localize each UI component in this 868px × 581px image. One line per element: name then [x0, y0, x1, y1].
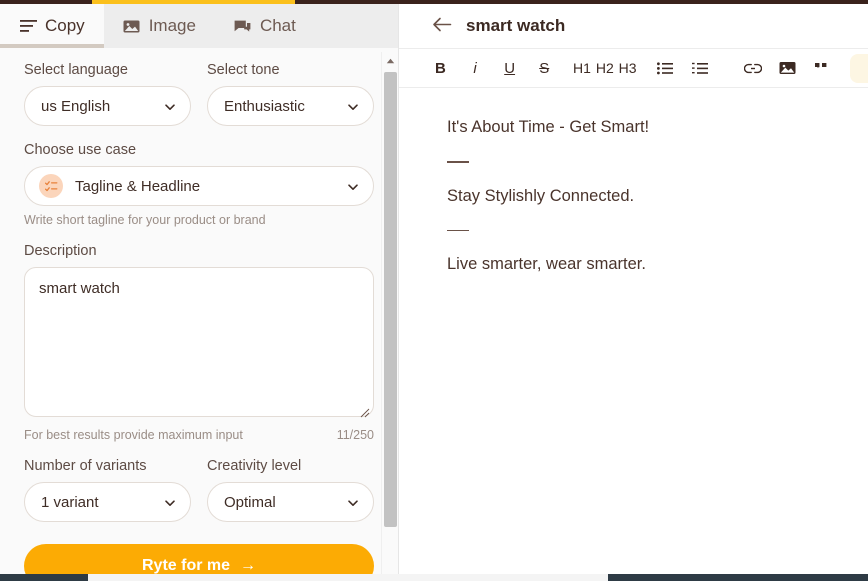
- chevron-down-icon: [347, 180, 359, 192]
- numbered-list-button[interactable]: [689, 54, 712, 82]
- description-meta: For best results provide maximum input 1…: [24, 428, 374, 442]
- tone-value: Enthusiastic: [224, 98, 305, 115]
- italic-button[interactable]: i: [464, 54, 487, 82]
- description-counter: 11/250: [337, 428, 374, 442]
- language-field: Select language us English: [24, 62, 191, 126]
- editor-panel: smart watch B i U S H1 H2 H3: [399, 4, 868, 581]
- bullet-list-button[interactable]: [654, 54, 677, 82]
- blockquote-button[interactable]: [811, 54, 834, 82]
- use-case-helper: Write short tagline for your product or …: [24, 213, 374, 227]
- language-select[interactable]: us English: [24, 86, 191, 126]
- editor-content[interactable]: It's About Time - Get Smart! Stay Stylis…: [399, 88, 868, 276]
- taskbar-window-segment: [88, 574, 608, 581]
- language-value: us English: [41, 98, 110, 115]
- content-line: Stay Stylishly Connected.: [447, 185, 838, 208]
- variants-value: 1 variant: [41, 494, 99, 511]
- content-separator: [447, 161, 469, 163]
- chevron-down-icon: [347, 100, 359, 112]
- description-textarea-wrap: [24, 267, 374, 422]
- description-helper: For best results provide maximum input: [24, 428, 243, 442]
- image-button[interactable]: [776, 54, 799, 82]
- variants-label: Number of variants: [24, 458, 191, 474]
- editor-header: smart watch: [399, 4, 868, 49]
- ryte-for-me-label: Ryte for me: [142, 557, 230, 575]
- variants-creativity-row: Number of variants 1 variant Creativity …: [24, 458, 374, 522]
- chevron-down-icon: [164, 100, 176, 112]
- menu-lines-icon: [19, 17, 37, 35]
- tab-image[interactable]: Image: [104, 4, 215, 48]
- tone-select[interactable]: Enthusiastic: [207, 86, 374, 126]
- content-line: Live smarter, wear smarter.: [447, 253, 838, 276]
- strikethrough-button[interactable]: S: [533, 54, 556, 82]
- back-arrow-icon[interactable]: [432, 16, 452, 36]
- creativity-value: Optimal: [224, 494, 276, 511]
- scroll-up-button[interactable]: [382, 52, 398, 69]
- heading-3-button[interactable]: H3: [616, 54, 639, 82]
- chevron-down-icon: [164, 496, 176, 508]
- tab-image-label: Image: [149, 16, 196, 36]
- content-line: It's About Time - Get Smart!: [447, 116, 838, 139]
- image-icon: [123, 17, 141, 35]
- left-panel: Copy Image: [0, 4, 398, 581]
- use-case-select[interactable]: Tagline & Headline: [24, 166, 374, 206]
- description-label: Description: [24, 243, 374, 259]
- scrollbar-thumb[interactable]: [384, 72, 397, 527]
- toolbar-overflow-highlight[interactable]: [850, 54, 868, 83]
- creativity-field: Creativity level Optimal: [207, 458, 374, 522]
- creativity-select[interactable]: Optimal: [207, 482, 374, 522]
- left-panel-scrollbar[interactable]: [381, 52, 398, 581]
- heading-1-button[interactable]: H1: [571, 54, 594, 82]
- use-case-label: Choose use case: [24, 142, 374, 158]
- use-case-field: Choose use case Tagline & Headline: [24, 142, 374, 227]
- language-tone-row: Select language us English Select tone E…: [24, 62, 374, 126]
- tab-chat-label: Chat: [260, 16, 296, 36]
- app-root: Copy Image: [0, 0, 868, 581]
- chevron-down-icon: [347, 496, 359, 508]
- variants-select[interactable]: 1 variant: [24, 482, 191, 522]
- checklist-icon: [39, 174, 63, 198]
- heading-2-button[interactable]: H2: [593, 54, 616, 82]
- tab-copy-label: Copy: [45, 16, 85, 36]
- tone-field: Select tone Enthusiastic: [207, 62, 374, 126]
- tone-label: Select tone: [207, 62, 374, 78]
- variants-field: Number of variants 1 variant: [24, 458, 191, 522]
- tab-chat[interactable]: Chat: [215, 4, 315, 48]
- tab-copy[interactable]: Copy: [0, 4, 104, 48]
- arrow-right-icon: →: [240, 557, 256, 575]
- use-case-value: Tagline & Headline: [75, 178, 200, 195]
- link-button[interactable]: [741, 54, 764, 82]
- description-input[interactable]: [24, 267, 374, 417]
- content-separator: [447, 230, 469, 232]
- editor-toolbar: B i U S H1 H2 H3: [399, 49, 868, 88]
- bold-button[interactable]: B: [429, 54, 452, 82]
- description-field: Description For best results provide max…: [24, 243, 374, 442]
- document-title: smart watch: [466, 16, 565, 36]
- tab-bar: Copy Image: [0, 4, 398, 48]
- language-label: Select language: [24, 62, 191, 78]
- underline-button[interactable]: U: [498, 54, 521, 82]
- os-taskbar-strip: [0, 574, 868, 581]
- chat-bubbles-icon: [234, 17, 252, 35]
- creativity-label: Creativity level: [207, 458, 374, 474]
- generator-form: Select language us English Select tone E…: [0, 48, 398, 581]
